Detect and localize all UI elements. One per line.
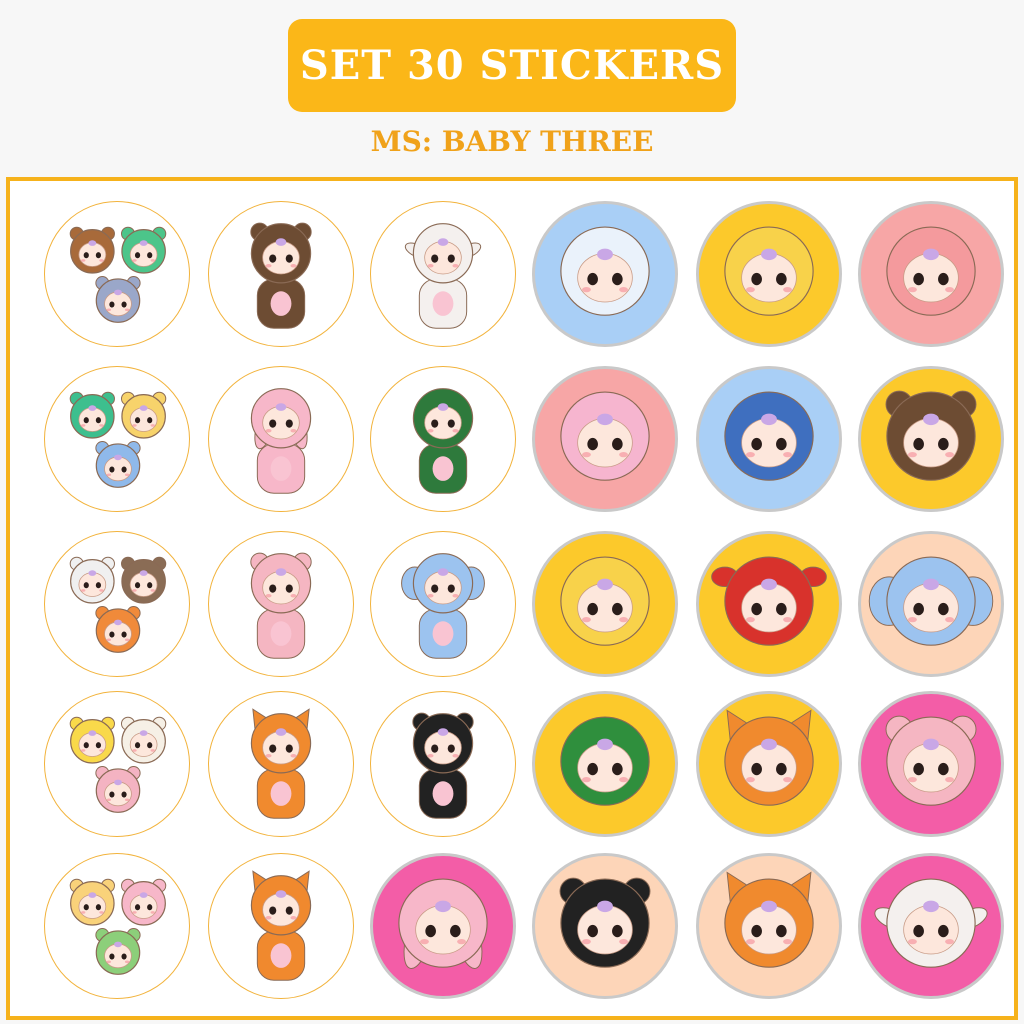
brown-bear-head-illustration — [885, 390, 977, 481]
pink-bunny-illustration — [250, 388, 312, 494]
trio-chick-sticker — [44, 691, 190, 837]
yellow-fish-sticker — [696, 201, 842, 347]
white-sheep-head-sticker — [858, 853, 1004, 999]
panda-head-sticker — [532, 853, 678, 999]
yellow-fish-illustration — [724, 226, 814, 316]
trio-cow-sticker — [44, 531, 190, 677]
trio-dino-illustration — [69, 391, 167, 488]
pink-octopus-illustration — [560, 391, 650, 481]
green-dino-head-illustration — [560, 716, 650, 806]
pink-octopus-sticker — [532, 366, 678, 512]
panda-head-illustration — [559, 877, 651, 968]
pink-pig-illustration — [250, 552, 312, 659]
title-banner: SET 30 STICKERS — [288, 19, 736, 112]
blue-elephant-sticker — [370, 531, 516, 677]
trio-cow-illustration — [69, 556, 167, 653]
brown-bear-head-sticker — [858, 366, 1004, 512]
trio-bunny-illustration — [69, 878, 167, 975]
orange-fox-head-sticker — [696, 853, 842, 999]
orange-fox-illustration — [250, 708, 312, 819]
white-sheep-head-illustration — [874, 878, 988, 968]
blue-elephant-illustration — [401, 553, 485, 659]
sticker-grid — [10, 181, 1014, 1016]
pink-chick-illustration — [886, 226, 976, 316]
pink-chick-sticker — [858, 201, 1004, 347]
pink-bunny-sticker — [208, 366, 354, 512]
orange-fox-2-illustration — [250, 870, 312, 981]
blue-elephant-head-sticker — [858, 531, 1004, 677]
trio-group-sticker — [44, 201, 190, 347]
orange-fox-head-illustration — [724, 871, 814, 968]
orange-fox-2-sticker — [208, 853, 354, 999]
blue-elephant-head-illustration — [868, 556, 994, 646]
yellow-anglerfish-illustration — [560, 556, 650, 646]
white-sheep-illustration — [404, 223, 482, 329]
pink-pig-head-illustration — [885, 715, 977, 806]
trio-bunny-sticker — [44, 853, 190, 999]
pink-pig-head-sticker — [858, 691, 1004, 837]
trio-chick-illustration — [69, 716, 167, 813]
seal-sticker — [532, 201, 678, 347]
seal-illustration — [560, 226, 650, 316]
green-dino-sticker — [370, 366, 516, 512]
blue-shark-illustration — [724, 391, 814, 481]
brown-bear-sticker — [208, 201, 354, 347]
fox-head-sticker — [696, 691, 842, 837]
sticker-sheet — [6, 177, 1018, 1020]
green-dino-head-sticker — [532, 691, 678, 837]
pink-bunny-head-illustration — [398, 878, 488, 969]
panda-sticker — [370, 691, 516, 837]
white-sheep-sticker — [370, 201, 516, 347]
blue-shark-sticker — [696, 366, 842, 512]
red-crab-sticker — [696, 531, 842, 677]
trio-dino-sticker — [44, 366, 190, 512]
red-crab-illustration — [711, 556, 827, 646]
trio-group-illustration — [69, 226, 167, 323]
pink-bunny-head-sticker — [370, 853, 516, 999]
pink-pig-sticker — [208, 531, 354, 677]
brown-bear-illustration — [250, 222, 312, 329]
product-code: MS: BABY THREE — [370, 125, 654, 158]
yellow-anglerfish-sticker — [532, 531, 678, 677]
orange-fox-sticker — [208, 691, 354, 837]
fox-head-illustration — [724, 709, 814, 806]
page-title: SET 30 STICKERS — [299, 42, 725, 89]
green-dino-illustration — [412, 388, 474, 494]
panda-illustration — [412, 712, 474, 819]
